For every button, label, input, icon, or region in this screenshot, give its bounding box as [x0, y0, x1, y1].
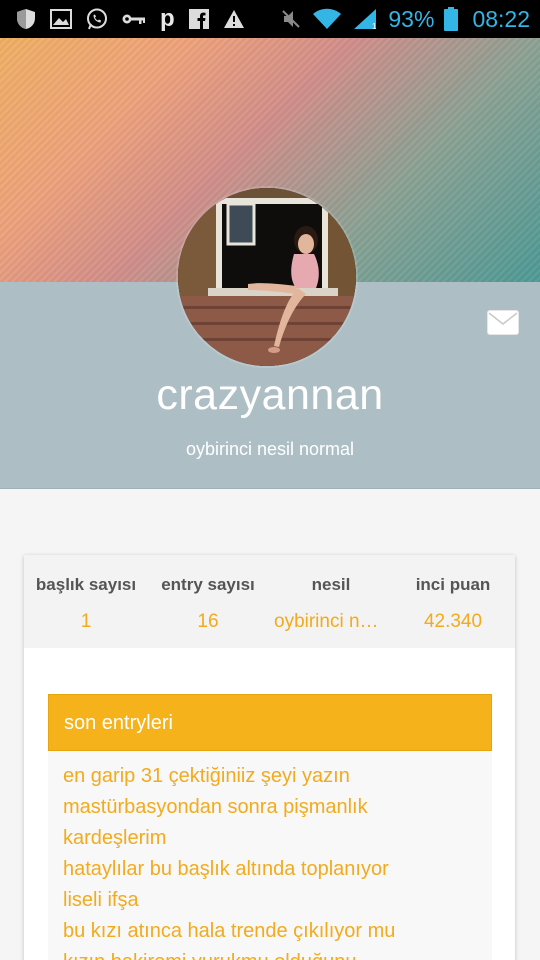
stat-topic-count: başlık sayısı 1	[24, 555, 148, 648]
status-bar-notifications: p	[0, 7, 245, 31]
recent-entries-list: en garip 31 çektiğiniiz şeyi yazın mastü…	[48, 751, 492, 960]
status-bar-system: 1 93% 08:22	[280, 6, 540, 33]
stat-label: entry sayısı	[161, 575, 255, 594]
svg-text:1: 1	[372, 22, 377, 30]
wifi-icon	[312, 8, 342, 30]
entry-link[interactable]: en garip 31 çektiğiniiz şeyi yazın	[63, 765, 350, 788]
signal-icon: 1	[352, 8, 378, 30]
entry-link[interactable]: mastürbasyondan sonra pişmanlık	[63, 796, 368, 819]
facebook-icon	[188, 9, 209, 29]
entry-link[interactable]: bu kızı atınca hala trende çıkılıyor mu	[63, 920, 395, 943]
stat-value: 42.340	[423, 611, 483, 632]
recent-entries-title: son entryleri	[64, 712, 173, 734]
stat-value: oybirinci nesil normal	[274, 611, 394, 632]
avatar-photo	[178, 188, 356, 366]
stat-label: başlık sayısı	[35, 575, 137, 594]
stats-row: başlık sayısı 1 entry sayısı 16 nesil oy…	[24, 555, 515, 648]
status-bar: p 1 93% 08:22	[0, 0, 540, 38]
recent-entries-header: son entryleri	[48, 694, 492, 751]
mute-icon	[280, 8, 302, 30]
stat-label: nesil	[311, 575, 351, 594]
p-icon: p	[160, 5, 175, 32]
stat-value[interactable]: 16	[148, 611, 268, 633]
stat-value[interactable]: 1	[24, 611, 148, 633]
stat-label: inci puan	[415, 575, 491, 594]
entry-link[interactable]: kardeşlerim	[63, 827, 166, 850]
stat-generation: nesil oybirinci nesil normal	[268, 555, 394, 648]
key-icon	[122, 12, 146, 26]
mail-icon[interactable]	[487, 310, 519, 335]
stat-points: inci puan 42.340	[394, 555, 512, 648]
battery-percent: 93%	[388, 5, 435, 32]
clock: 08:22	[472, 5, 530, 32]
whatsapp-icon	[86, 8, 108, 30]
entry-link[interactable]: hataylılar bu başlık altında toplanıyor	[63, 858, 389, 881]
user-generation-title: oybirinci nesil normal	[185, 439, 355, 459]
entry-link[interactable]: kızın bakiremi yurukmu olduğunu	[63, 951, 356, 960]
screen: p 1 93% 08:22 crazyannan oybirinci nesil…	[0, 0, 540, 960]
entry-link[interactable]: liseli ifşa	[63, 889, 139, 912]
battery-icon	[444, 7, 459, 31]
username: crazyannan	[156, 371, 384, 419]
warning-icon	[223, 9, 245, 29]
shield-icon	[16, 8, 36, 30]
stat-entry-count: entry sayısı 16	[148, 555, 268, 648]
avatar[interactable]	[178, 188, 356, 366]
image-icon	[50, 9, 72, 29]
